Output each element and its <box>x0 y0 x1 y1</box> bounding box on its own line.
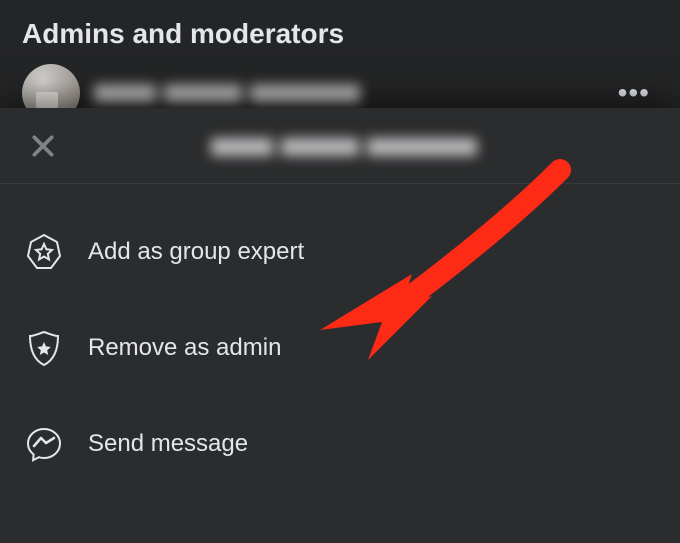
messenger-icon <box>22 422 66 466</box>
sheet-header <box>0 108 680 183</box>
menu-item-label: Add as group expert <box>88 238 304 266</box>
menu: Add as group expert Remove as admin Send… <box>0 184 680 502</box>
sheet-name-blurred <box>211 130 485 161</box>
menu-item-send-message[interactable]: Send message <box>0 396 680 492</box>
menu-item-remove-admin[interactable]: Remove as admin <box>0 300 680 396</box>
menu-item-label: Remove as admin <box>88 334 281 362</box>
shield-star-icon <box>22 326 66 370</box>
page-title: Admins and moderators <box>0 0 680 60</box>
menu-item-add-expert[interactable]: Add as group expert <box>0 204 680 300</box>
sheet-title <box>38 130 658 161</box>
action-sheet: Add as group expert Remove as admin Send… <box>0 108 680 543</box>
more-options-button[interactable]: ••• <box>610 73 658 113</box>
member-name-blurred <box>94 79 596 107</box>
star-hex-icon <box>22 230 66 274</box>
menu-item-label: Send message <box>88 430 248 458</box>
